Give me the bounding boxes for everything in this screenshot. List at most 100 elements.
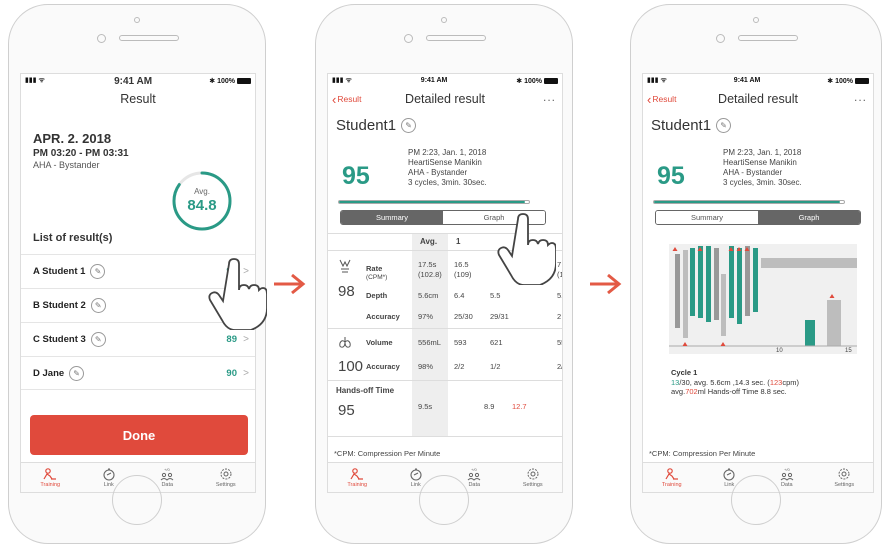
gear-icon (220, 468, 232, 480)
more-button[interactable]: ... (543, 90, 556, 104)
average-ring: Avg. 84.8 (171, 170, 233, 232)
gray-bar (721, 274, 726, 336)
edit-pencil-icon[interactable]: ✎ (90, 264, 106, 279)
teal-bar (729, 246, 734, 318)
more-button[interactable]: ... (854, 90, 867, 104)
tab-summary[interactable]: Summary (341, 211, 443, 224)
student-name: B Student 2 (33, 300, 86, 311)
status-time: 9:41 AM (420, 77, 448, 84)
tick-label: 15 (845, 348, 852, 354)
status-bar: ▮▮▮ ᯤ 9:41 AM ✱ 100% (21, 74, 255, 87)
result-time-range: PM 03:20 - PM 03:31 (33, 148, 129, 159)
compression-graph: 10 15 (669, 244, 857, 354)
compression-icon (339, 259, 351, 273)
gray-bar (745, 246, 750, 316)
total-score: 95 (342, 162, 370, 190)
view-toggle: Summary Graph (655, 210, 861, 225)
edit-pencil-icon[interactable]: ✎ (401, 118, 417, 133)
battery-icon (855, 77, 869, 84)
list-heading: List of result(s) (33, 232, 113, 244)
student-header: Student1 ✎ (336, 117, 562, 134)
front-camera (716, 34, 725, 43)
camera-dot (753, 17, 759, 23)
chevron-left-icon: ‹ (647, 91, 652, 107)
avg-label: Avg. (194, 187, 210, 196)
tab-training[interactable]: Training (328, 463, 387, 492)
training-icon (665, 468, 678, 480)
result-date: APR. 2. 2018 (33, 131, 112, 146)
cycle-title: Cycle 1 (671, 368, 698, 377)
camera-dot (134, 17, 140, 23)
edit-pencil-icon[interactable]: ✎ (90, 332, 106, 347)
student-score: 89 (226, 334, 237, 345)
front-camera (404, 34, 413, 43)
front-camera (97, 34, 106, 43)
edit-pencil-icon[interactable]: ✎ (716, 118, 732, 133)
data-icon: +/0 (160, 467, 174, 481)
nav-bar: Result (21, 87, 255, 111)
total-score: 95 (657, 162, 685, 190)
data-icon: +/0 (467, 467, 481, 481)
done-button[interactable]: Done (30, 415, 248, 455)
back-button[interactable]: ‹ Result (647, 92, 676, 107)
student-name: Student1 (651, 117, 712, 134)
chevron-right-icon: > (243, 367, 249, 379)
data-icon: +/0 (780, 467, 794, 481)
battery-indicator: ✱ 100% (827, 77, 869, 85)
progress-fill (654, 201, 841, 203)
status-bar: ▮▮▮ ᯤ 9:41 AM ✱ 100% (328, 74, 562, 87)
status-bar: ▮▮▮ ᯤ 9:41 AM ✱ 100% (643, 74, 873, 87)
phone-frame-1: ▮▮▮ ᯤ 9:41 AM ✱ 100% Result APR. 2. 2018… (8, 4, 267, 544)
nav-bar: ‹ Result Detailed result ... (328, 87, 562, 111)
nav-bar: ‹ Result Detailed result ... (643, 87, 873, 111)
score-progress-bar (653, 200, 845, 204)
status-time: 9:41 AM (733, 77, 761, 84)
ventilation-score: 100 (338, 358, 364, 375)
gear-icon (527, 468, 539, 480)
lungs-icon (339, 337, 351, 348)
tab-settings[interactable]: Settings (504, 463, 563, 492)
speaker-slot (119, 35, 179, 41)
page-title: Result (120, 92, 156, 106)
speaker-slot (738, 35, 798, 41)
phone-frame-3: ▮▮▮ ᯤ 9:41 AM ✱ 100% ‹ Result Detailed re… (630, 4, 882, 544)
progress-fill (339, 201, 526, 203)
tab-settings[interactable]: Settings (816, 463, 874, 492)
battery-icon (236, 77, 251, 84)
battery-indicator: ✱ 100% (516, 77, 558, 85)
tap-hand-icon (208, 258, 267, 330)
tab-training[interactable]: Training (643, 463, 701, 492)
gray-bar (714, 248, 719, 320)
tab-summary[interactable]: Summary (656, 211, 758, 224)
back-button[interactable]: ‹ Result (332, 92, 361, 107)
page-title: Detailed result (405, 92, 485, 106)
edit-pencil-icon[interactable]: ✎ (69, 365, 85, 381)
link-icon (723, 468, 735, 481)
home-button (731, 475, 781, 525)
footnote: *CPM: Compression Per Minute (334, 449, 441, 458)
training-icon (350, 468, 364, 480)
col-avg-header: Avg. (420, 237, 438, 246)
teal-bar (690, 248, 695, 316)
session-info: PM 2:23, Jan. 1, 2018 HeartiSense Manikin… (408, 148, 487, 187)
tab-training[interactable]: Training (21, 463, 80, 492)
link-icon (410, 468, 422, 481)
chevron-right-icon: > (243, 334, 249, 345)
training-icon (43, 468, 57, 480)
signal-icon: ▮▮▮ ᯤ (647, 77, 667, 84)
edit-pencil-icon[interactable]: ✎ (90, 298, 106, 313)
gear-icon (838, 468, 850, 480)
link-icon (103, 468, 115, 481)
home-button (419, 475, 469, 525)
result-row-4[interactable]: D Jane ✎ 90 > (21, 356, 255, 390)
battery-icon (544, 77, 558, 84)
battery-indicator: ✱ 100% (209, 77, 251, 85)
camera-dot (441, 17, 447, 23)
tab-settings[interactable]: Settings (197, 463, 256, 492)
signal-icon: ▮▮▮ ᯤ (25, 77, 45, 84)
tab-graph[interactable]: Graph (758, 211, 860, 224)
cycle-summary: Cycle 1 13/30, avg. 5.6cm ,14.3 sec. (12… (671, 368, 799, 396)
avg-value: 84.8 (187, 197, 217, 214)
student-score: 90 (226, 367, 237, 379)
gray-bar (827, 300, 841, 346)
